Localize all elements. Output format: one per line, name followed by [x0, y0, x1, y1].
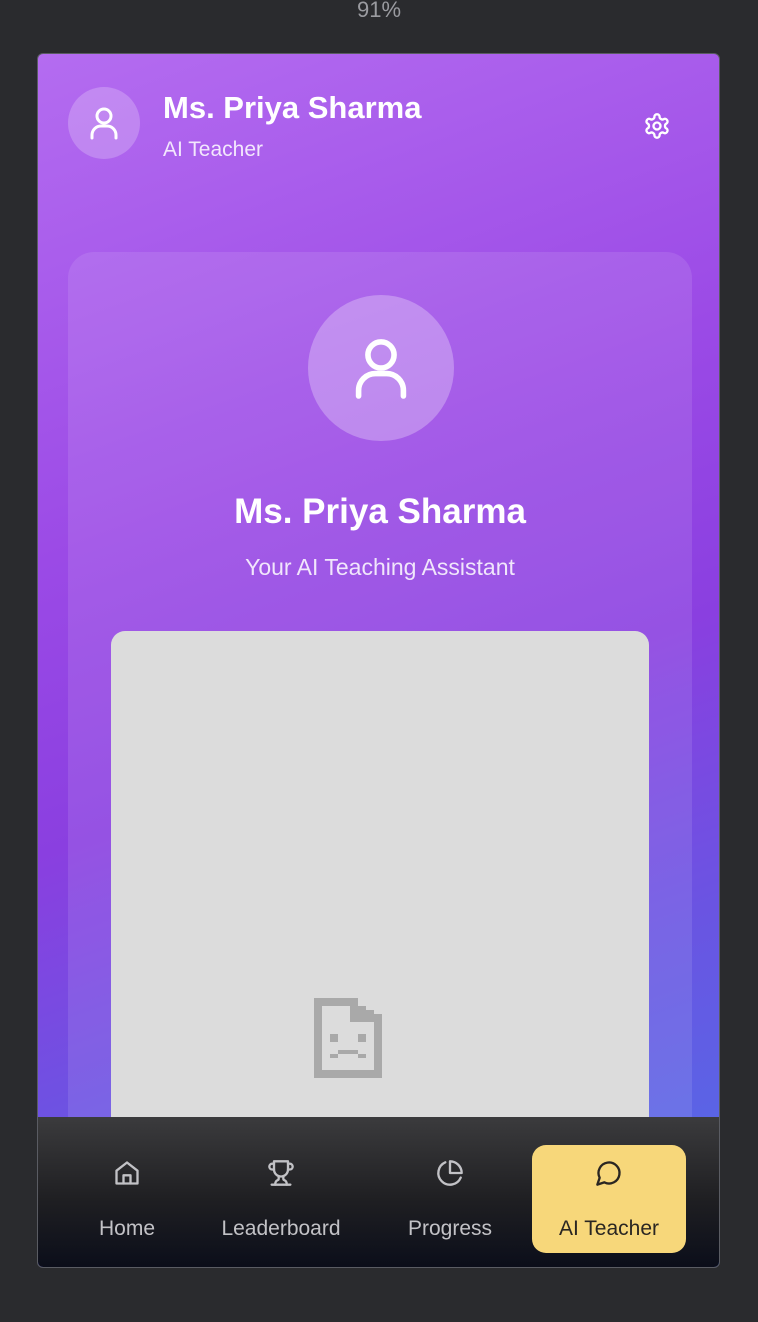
nav-label-ai-teacher: AI Teacher: [558, 1217, 659, 1240]
nav-label-home: Home: [98, 1217, 156, 1240]
zoom-level: 91%: [356, 0, 402, 22]
app-window: Ms. Priya Sharma AI Teacher Ms. Priya Sh…: [37, 53, 720, 1268]
teacher-name: Ms. Priya Sharma: [234, 492, 526, 531]
nav-label-leaderboard: Leaderboard: [221, 1217, 341, 1240]
nav-label-progress: Progress: [407, 1217, 493, 1240]
nav-item-leaderboard[interactable]: Leaderboard: [210, 1145, 352, 1253]
app-header: Ms. Priya Sharma AI Teacher: [38, 54, 719, 194]
header-teacher-role: AI Teacher: [163, 138, 264, 161]
teacher-subtitle: Your AI Teaching Assistant: [245, 554, 515, 580]
user-icon: [355, 339, 407, 399]
trophy-icon: [268, 1160, 294, 1186]
home-icon: [115, 1161, 139, 1185]
chat-bubble-icon: [596, 1161, 621, 1186]
nav-item-ai-teacher[interactable]: AI Teacher: [532, 1145, 686, 1253]
pie-chart-icon: [437, 1160, 463, 1186]
teacher-avatar: [308, 295, 454, 441]
teacher-profile-card: Ms. Priya Sharma Your AI Teaching Assist…: [68, 252, 692, 1267]
gear-icon: [645, 113, 669, 139]
header-avatar[interactable]: [68, 87, 140, 159]
user-icon: [90, 107, 118, 140]
bottom-navigation: Home Leaderboard Progress AI Teacher: [38, 1117, 719, 1267]
settings-button[interactable]: [636, 105, 678, 147]
broken-document-icon: [314, 998, 382, 1078]
nav-item-progress[interactable]: Progress: [388, 1145, 512, 1253]
nav-item-home[interactable]: Home: [68, 1145, 186, 1253]
header-teacher-name: Ms. Priya Sharma: [163, 90, 422, 125]
